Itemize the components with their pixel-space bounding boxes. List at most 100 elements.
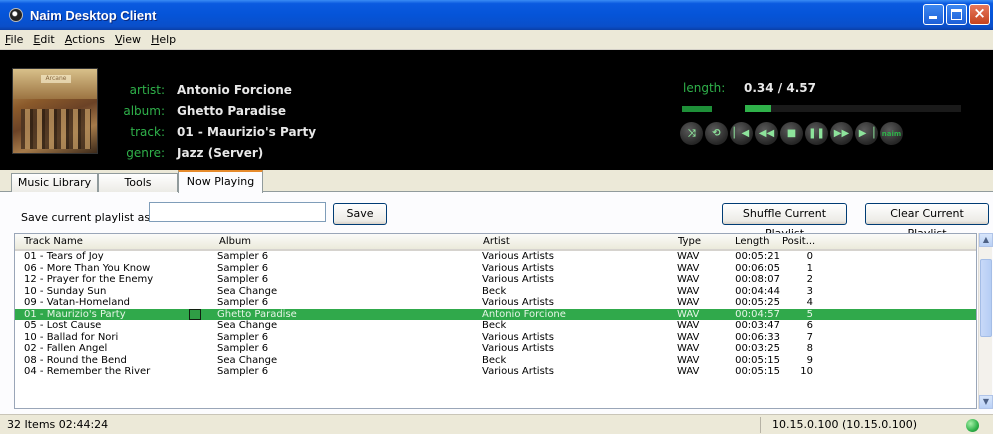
table-row[interactable]: 01 - Maurizio's Party Ghetto Paradise Anto… — [15, 308, 976, 320]
col-track-name[interactable]: Track Name — [24, 236, 83, 247]
menu-actions[interactable]: Actions — [60, 33, 110, 46]
volume-bar[interactable] — [682, 106, 712, 112]
cell-length: 00:05:21 — [735, 251, 780, 262]
cell-length: 00:04:44 — [735, 285, 780, 297]
app-icon — [9, 8, 23, 22]
cover-title-strip: Arcane — [41, 75, 71, 83]
cell-artist: Various Artists — [482, 251, 554, 262]
close-button[interactable]: × — [969, 4, 990, 25]
cell-type: WAV — [677, 251, 700, 262]
window-controls: × — [923, 4, 990, 25]
pause-button[interactable]: ❚❚ — [805, 122, 828, 145]
col-album[interactable]: Album — [219, 236, 251, 247]
cell-type: WAV — [677, 320, 700, 331]
cell-track-name: 05 - Lost Cause — [24, 320, 102, 331]
cell-artist: Various Artists — [482, 262, 554, 274]
menu-bar: File Edit Actions View Help — [0, 30, 993, 50]
repeat-button[interactable]: ⟲ — [705, 122, 728, 145]
vertical-scrollbar[interactable]: ▲ ▼ — [978, 233, 993, 409]
scroll-thumb[interactable] — [980, 259, 992, 337]
cell-artist: Various Artists — [482, 274, 554, 285]
cell-artist: Antonio Forcione — [482, 308, 566, 320]
menu-file[interactable]: File — [0, 33, 28, 46]
cell-track-name: 10 - Ballad for Nori — [24, 331, 119, 343]
cell-length: 00:04:57 — [735, 308, 780, 320]
cell-album: Sampler 6 — [217, 251, 269, 262]
col-artist[interactable]: Artist — [483, 236, 510, 247]
maximize-button[interactable] — [946, 4, 967, 25]
cell-type: WAV — [677, 297, 700, 308]
cell-album: Sea Change — [217, 320, 278, 331]
table-row[interactable]: 04 - Remember the River Sampler 6 Various … — [15, 366, 976, 378]
progress-bar[interactable] — [745, 105, 961, 112]
progress-fill — [745, 105, 771, 112]
first-track-button[interactable]: ▏◀ — [730, 122, 753, 145]
fast-forward-button[interactable]: ▶▶ — [830, 122, 853, 145]
cell-album: Sea Change — [217, 354, 278, 366]
cell-length: 00:08:07 — [735, 274, 780, 285]
save-playlist-label: Save current playlist as: — [21, 211, 154, 224]
cell-position: 0 — [806, 251, 813, 262]
scroll-down-button[interactable]: ▼ — [979, 395, 993, 409]
connection-status-icon — [966, 419, 979, 432]
table-row[interactable]: 02 - Fallen Angel Sampler 6 Various Artist… — [15, 343, 976, 355]
table-row[interactable]: 10 - Sunday Sun Sea Change Beck WAV 00:04:44… — [15, 286, 976, 298]
shuffle-playlist-button[interactable]: Shuffle Current Playlist — [722, 203, 847, 240]
save-button[interactable]: Save — [333, 203, 387, 225]
tab-tools[interactable]: Tools — [98, 173, 178, 192]
cell-track-name: 09 - Vatan-Homeland — [24, 297, 131, 308]
status-item-count: 32 Items 02:44:24 — [7, 418, 109, 431]
artist-label: artist: — [129, 82, 165, 97]
col-position[interactable]: Posit... — [782, 236, 815, 247]
menu-view[interactable]: View — [110, 33, 146, 46]
cell-track-name: 08 - Round the Bend — [24, 354, 127, 366]
tab-music-library[interactable]: Music Library — [11, 173, 98, 192]
cell-type: WAV — [677, 366, 700, 377]
next-track-button[interactable]: ▶▕ — [855, 122, 878, 145]
chevron-down-icon: ▼ — [982, 397, 990, 406]
skip-next-icon: ▶▕ — [858, 128, 875, 139]
scroll-up-button[interactable]: ▲ — [979, 233, 993, 247]
cell-length: 00:06:33 — [735, 331, 780, 343]
cell-type: WAV — [677, 308, 700, 320]
cell-artist: Various Artists — [482, 366, 554, 377]
cell-position: 2 — [806, 274, 813, 285]
table-row[interactable]: 05 - Lost Cause Sea Change Beck WAV 00:03:47… — [15, 320, 976, 332]
save-playlist-input[interactable] — [149, 202, 326, 222]
cell-track-name: 12 - Prayer for the Enemy — [24, 274, 154, 285]
transport-controls: ⤨ ⟲ ▏◀ ◀◀ ■ ❚❚ ▶▶ ▶▕ naim — [680, 122, 903, 145]
table-row[interactable]: 09 - Vatan-Homeland Sampler 6 Various Arti… — [15, 297, 976, 309]
cell-album: Sampler 6 — [217, 274, 269, 285]
cell-type: WAV — [677, 354, 700, 366]
table-body: 01 - Tears of Joy Sampler 6 Various Artist… — [15, 251, 976, 378]
cell-type: WAV — [677, 331, 700, 343]
cell-artist: Beck — [482, 320, 507, 331]
menu-help[interactable]: Help — [146, 33, 181, 46]
rewind-button[interactable]: ◀◀ — [755, 122, 778, 145]
clear-playlist-button[interactable]: Clear Current Playlist — [865, 203, 989, 240]
naim-button[interactable]: naim — [880, 122, 903, 145]
shuffle-button[interactable]: ⤨ — [680, 122, 703, 145]
table-row[interactable]: 01 - Tears of Joy Sampler 6 Various Artist… — [15, 251, 976, 263]
table-row[interactable]: 08 - Round the Bend Sea Change Beck WAV 00:0… — [15, 355, 976, 367]
cover-sky — [13, 69, 97, 99]
track-row: track: 01 - Maurizio's Party — [112, 121, 316, 142]
artist-value: Antonio Forcione — [177, 82, 292, 97]
stop-button[interactable]: ■ — [780, 122, 803, 145]
minimize-button[interactable] — [923, 4, 944, 25]
table-row[interactable]: 06 - More Than You Know Sampler 6 Various … — [15, 263, 976, 275]
col-type[interactable]: Type — [678, 236, 701, 247]
cell-position: 8 — [806, 343, 813, 354]
tab-now-playing[interactable]: Now Playing — [178, 170, 263, 193]
table-row[interactable]: 10 - Ballad for Nori Sampler 6 Various Art… — [15, 332, 976, 344]
title-bar[interactable]: Naim Desktop Client × — [0, 0, 993, 30]
menu-edit[interactable]: Edit — [28, 33, 59, 46]
table-row[interactable]: 12 - Prayer for the Enemy Sampler 6 Variou… — [15, 274, 976, 286]
cell-artist: Beck — [482, 354, 507, 366]
cell-album: Ghetto Paradise — [217, 308, 297, 320]
artist-row: artist: Antonio Forcione — [112, 79, 316, 100]
col-length[interactable]: Length — [735, 236, 770, 247]
track-label: track: — [130, 124, 165, 139]
tab-bar: Music Library Tools Now Playing — [0, 170, 993, 193]
genre-value: Jazz (Server) — [177, 145, 264, 160]
